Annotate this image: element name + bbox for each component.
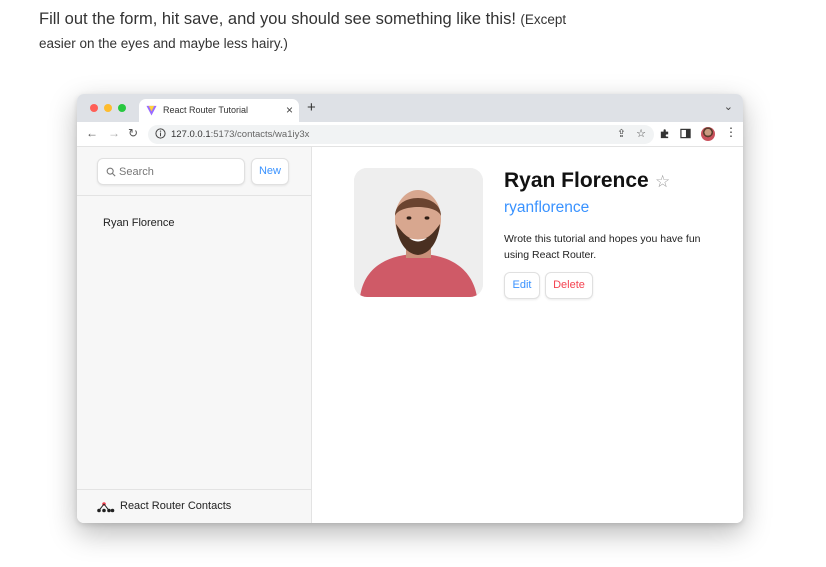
sidebar-divider <box>77 195 311 196</box>
bookmark-star-icon[interactable]: ☆ <box>636 127 646 140</box>
side-panel-icon[interactable] <box>680 128 691 139</box>
footer-brand: React Router Contacts <box>120 500 232 512</box>
vite-logo-icon <box>146 105 157 116</box>
share-icon[interactable]: ⇪ <box>617 127 626 140</box>
tab-strip: React Router Tutorial × + ⌄ <box>77 94 743 122</box>
zoom-window-button[interactable] <box>118 104 126 112</box>
forward-icon[interactable]: → <box>108 126 120 140</box>
tab-close-icon[interactable]: × <box>286 103 293 117</box>
url-host: 127.0.0.1 <box>171 129 211 140</box>
address-bar[interactable]: 127.0.0.1:5173/contacts/wa1iy3x ⇪ ☆ <box>148 125 654 144</box>
sidebar-footer: React Router Contacts <box>77 489 311 523</box>
new-contact-button[interactable]: New <box>251 158 289 185</box>
reload-icon[interactable]: ↻ <box>128 126 138 140</box>
react-router-logo-icon <box>97 502 115 513</box>
contact-detail: Ryan Florence ☆ ryanflorence Wrote this … <box>312 147 743 523</box>
twitter-handle-link[interactable]: ryanflorence <box>504 199 589 217</box>
contact-notes: Wrote this tutorial and hopes you have f… <box>504 233 701 261</box>
new-tab-button[interactable]: + <box>307 99 316 116</box>
site-info-icon[interactable] <box>155 128 166 139</box>
search-icon <box>106 167 116 177</box>
url-text: 127.0.0.1:5173/contacts/wa1iy3x <box>171 129 309 140</box>
profile-avatar[interactable] <box>701 127 715 141</box>
contact-list-item[interactable]: Ryan Florence <box>103 217 175 229</box>
contact-name: Ryan Florence <box>504 169 649 192</box>
browser-toolbar: ← → ↻ 127.0.0.1:5173/contacts/wa1iy3x ⇪ … <box>77 122 743 147</box>
tab-title: React Router Tutorial <box>163 105 249 115</box>
delete-button[interactable]: Delete <box>545 272 593 299</box>
back-icon[interactable]: ← <box>86 126 98 140</box>
favorite-star-icon[interactable]: ☆ <box>655 172 670 192</box>
minimize-window-button[interactable] <box>104 104 112 112</box>
edit-button[interactable]: Edit <box>504 272 540 299</box>
extensions-icon[interactable] <box>659 128 670 139</box>
more-menu-icon[interactable]: ⋮ <box>725 125 737 139</box>
browser-tab[interactable]: React Router Tutorial × <box>139 99 299 122</box>
search-input[interactable] <box>119 163 239 180</box>
close-window-button[interactable] <box>90 104 98 112</box>
tab-search-icon[interactable]: ⌄ <box>724 100 733 113</box>
browser-window: React Router Tutorial × + ⌄ ← → ↻ 127.0.… <box>77 94 743 523</box>
url-path: :5173/contacts/wa1iy3x <box>210 129 310 140</box>
intro-paragraph: Fill out the form, hit save, and you sho… <box>39 7 599 56</box>
search-box <box>97 158 245 185</box>
intro-main-text: Fill out the form, hit save, and you sho… <box>39 10 516 28</box>
contact-avatar <box>354 168 483 297</box>
sidebar: New Ryan Florence React Router Contacts <box>77 147 312 523</box>
